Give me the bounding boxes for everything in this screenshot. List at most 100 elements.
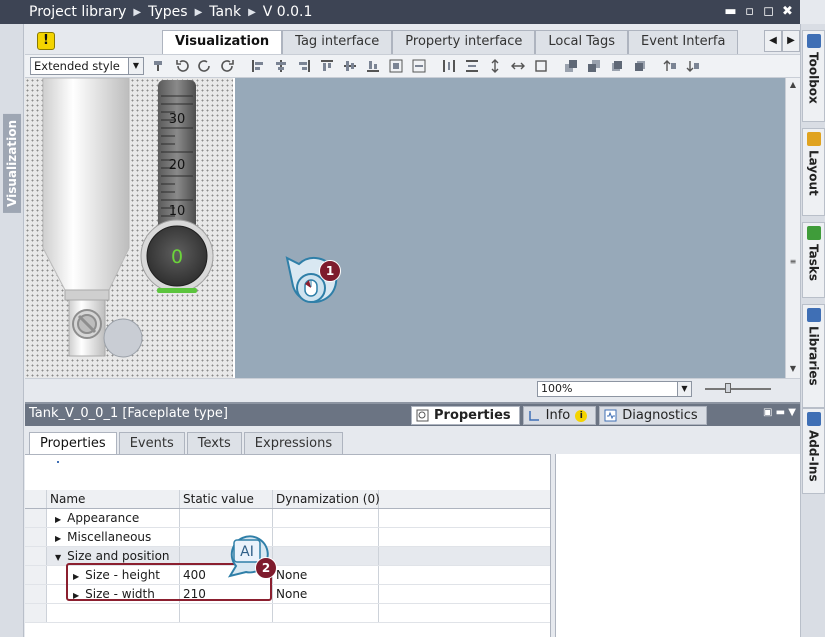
same-size-icon[interactable]	[533, 58, 549, 74]
align-top-icon[interactable]	[319, 58, 335, 74]
align-bottom-icon[interactable]	[365, 58, 381, 74]
chevron-down-icon[interactable]: ▼	[677, 382, 691, 396]
tab-properties[interactable]: Properties	[411, 406, 520, 425]
move-up-icon[interactable]	[662, 58, 678, 74]
tab-scroll-left-button[interactable]: ◀	[764, 30, 782, 52]
send-backward-icon[interactable]	[632, 58, 648, 74]
properties-subtabs: Properties Events Texts Expressions	[29, 432, 345, 454]
align-left-icon[interactable]	[250, 58, 266, 74]
libraries-label: Libraries	[806, 326, 821, 386]
scroll-grip-icon[interactable]: ≡	[786, 257, 800, 266]
column-name-header[interactable]: Name	[47, 490, 180, 508]
toolbox-tab[interactable]: Toolbox	[802, 30, 825, 122]
tasks-label: Tasks	[806, 244, 821, 282]
add-ins-tab[interactable]: Add-Ins	[802, 408, 825, 494]
rotate-icon[interactable]	[197, 58, 213, 74]
canvas-vertical-scrollbar[interactable]: ▲ ≡ ▼	[785, 78, 800, 378]
table-row[interactable]: ▶ Miscellaneous	[25, 528, 550, 547]
row-name: Appearance	[67, 511, 140, 525]
column-static-value-header[interactable]: Static value	[180, 490, 273, 508]
row-name: Miscellaneous	[67, 530, 152, 544]
tasks-tab[interactable]: Tasks	[802, 222, 825, 298]
send-to-back-icon[interactable]	[586, 58, 602, 74]
info-icon	[528, 411, 539, 421]
subtab-events[interactable]: Events	[118, 432, 185, 454]
ai-icon-label: AI	[240, 544, 254, 560]
tab-visualization[interactable]: Visualization	[162, 30, 283, 54]
rotate-right-icon[interactable]	[220, 58, 236, 74]
bring-to-front-icon[interactable]	[563, 58, 579, 74]
column-dynamization-header[interactable]: Dynamization (0)	[273, 490, 380, 508]
properties-panel: ↓Z Name Static value Dynamization (0) ▶ A…	[25, 454, 550, 637]
chevron-right-icon: ▶	[194, 6, 203, 18]
same-width-icon[interactable]	[510, 58, 526, 74]
tab-diagnostics[interactable]: Diagnostics	[599, 406, 707, 425]
tab-property-interface[interactable]: Property interface	[392, 30, 536, 54]
design-canvas[interactable]: 30 20 10 0 1	[25, 78, 785, 378]
row-name: Size and position	[67, 549, 170, 563]
same-height-icon[interactable]	[487, 58, 503, 74]
bring-forward-icon[interactable]	[609, 58, 625, 74]
expand-arrow-icon[interactable]: ▶	[55, 515, 61, 524]
style-select[interactable]: Extended style ▼	[30, 57, 144, 75]
chevron-down-icon[interactable]: ▼	[128, 58, 143, 74]
zoom-slider-track[interactable]	[705, 388, 771, 390]
scroll-down-arrow-icon[interactable]: ▼	[786, 364, 800, 373]
scroll-up-arrow-icon[interactable]: ▲	[786, 80, 800, 89]
format-painter-icon[interactable]	[151, 58, 167, 74]
inspector-window-controls[interactable]: ▣ ▬ ▼	[763, 407, 796, 418]
minimize-button[interactable]: ▬	[722, 3, 739, 20]
add-ins-icon	[806, 412, 821, 426]
zoom-select[interactable]: 100% ▼	[537, 381, 692, 397]
zoom-bar: 100% ▼	[25, 378, 800, 398]
chevron-right-icon: ▶	[248, 6, 256, 18]
favorites-icon[interactable]	[57, 461, 59, 463]
layout-tab[interactable]: Layout	[802, 128, 825, 216]
move-down-icon[interactable]	[685, 58, 701, 74]
tab-scroll-right-button[interactable]: ▶	[782, 30, 800, 52]
subtab-properties[interactable]: Properties	[29, 432, 117, 454]
title-bar: Project library ▶ Types ▶ Tank ▶ V 0.0.1…	[0, 0, 800, 24]
collapse-arrow-icon[interactable]: ▼	[55, 553, 61, 562]
faceplate-area[interactable]: 30 20 10 0	[25, 78, 233, 378]
expand-arrow-icon[interactable]: ▶	[55, 534, 61, 543]
align-middle-icon[interactable]	[342, 58, 358, 74]
gauge-value: 0	[171, 246, 183, 268]
align-center-icon[interactable]	[273, 58, 289, 74]
inspector-tabs: Properties Info i Diagnostics	[411, 406, 710, 425]
size-width-dynamization[interactable]: None	[273, 585, 379, 603]
tab-info[interactable]: Info i	[522, 406, 597, 425]
visualization-side-tab[interactable]: Visualization	[3, 114, 21, 213]
tank-graphic[interactable]: 30 20 10 0	[25, 78, 233, 378]
rotate-left-icon[interactable]	[174, 58, 190, 74]
align-right-icon[interactable]	[296, 58, 312, 74]
warning-icon[interactable]: !	[37, 32, 55, 50]
breadcrumb-version[interactable]: V 0.0.1	[263, 4, 313, 20]
work-area[interactable]: 1	[235, 78, 785, 378]
breadcrumb-types[interactable]: Types	[148, 4, 187, 20]
editor-tabs: Visualization Tag interface Property int…	[162, 30, 739, 54]
breadcrumb-project-library[interactable]: Project library	[29, 4, 126, 20]
zoom-value: 100%	[541, 382, 573, 395]
center-horizontal-icon[interactable]	[388, 58, 404, 74]
close-button[interactable]: ✖	[779, 3, 796, 20]
restore-button[interactable]: ▫	[741, 3, 758, 20]
subtab-expressions[interactable]: Expressions	[243, 432, 344, 454]
table-row[interactable]: ▶ Appearance	[25, 509, 550, 528]
tab-event-interface[interactable]: Event Interfa	[628, 30, 739, 54]
properties-detail-pane	[556, 454, 800, 637]
breadcrumb-tank[interactable]: Tank	[209, 4, 241, 20]
libraries-tab[interactable]: Libraries	[802, 304, 825, 408]
inspector-window: Tank_V_0_0_1 [Faceplate type] Properties…	[25, 402, 800, 637]
size-height-dynamization[interactable]: None	[273, 566, 379, 584]
distribute-vertical-icon[interactable]	[464, 58, 480, 74]
tab-properties-label: Properties	[434, 407, 511, 423]
distribute-horizontal-icon[interactable]	[441, 58, 457, 74]
maximize-button[interactable]: ◻	[760, 3, 777, 20]
tab-local-tags[interactable]: Local Tags	[535, 30, 629, 54]
zoom-slider-thumb[interactable]	[725, 383, 731, 393]
subtab-texts[interactable]: Texts	[186, 432, 242, 454]
toolbox-label: Toolbox	[806, 52, 821, 104]
tab-tag-interface[interactable]: Tag interface	[282, 30, 393, 54]
center-vertical-icon[interactable]	[411, 58, 427, 74]
